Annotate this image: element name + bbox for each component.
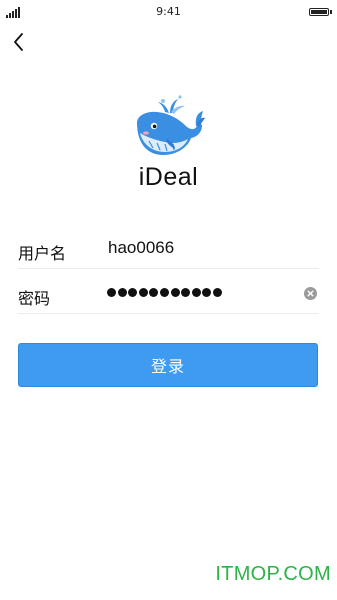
login-button-label: 登录 [150, 357, 185, 376]
battery-fill [311, 10, 327, 14]
password-mask-dot [138, 288, 148, 297]
password-mask-dot [149, 288, 159, 297]
battery-tip [330, 10, 332, 14]
password-mask-dot [191, 288, 201, 297]
password-mask-dot [170, 288, 180, 297]
back-button[interactable] [8, 30, 32, 54]
password-row: 密码 [18, 275, 319, 314]
username-input[interactable] [108, 238, 298, 258]
password-input[interactable] [107, 288, 222, 297]
password-mask-dot [128, 288, 138, 297]
clear-circle-icon [307, 290, 314, 297]
password-mask-dot [202, 288, 212, 297]
password-label: 密码 [18, 289, 51, 308]
app-name: iDeal [138, 163, 199, 191]
status-time: 9:41 [156, 5, 181, 18]
password-mask-dot [117, 288, 127, 297]
username-label: 用户名 [18, 244, 67, 263]
clear-button[interactable] [304, 287, 317, 300]
whale-logo-icon [137, 95, 205, 155]
watermark: ITMOP.COM [215, 563, 331, 585]
password-mask-dot [212, 288, 222, 297]
status-bar: 9:41 [0, 0, 337, 24]
login-button[interactable]: 登录 [18, 343, 318, 387]
username-row: 用户名 [18, 230, 319, 269]
battery-icon [309, 8, 329, 16]
password-mask-dot [159, 288, 169, 297]
password-mask-dot [107, 288, 116, 297]
chevron-left-icon [14, 33, 23, 51]
password-mask-dot [181, 288, 191, 297]
